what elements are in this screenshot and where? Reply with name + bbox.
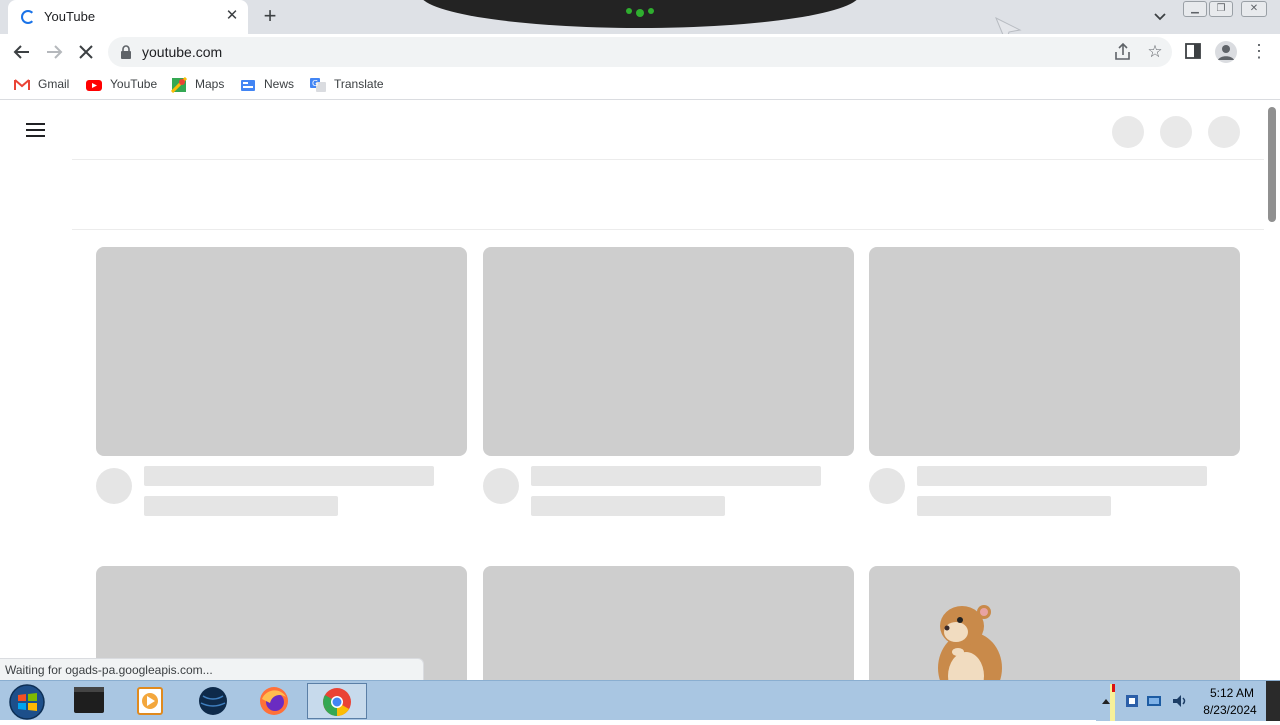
title-placeholder — [531, 466, 821, 486]
loading-spinner-icon — [21, 10, 35, 24]
lock-icon[interactable] — [120, 44, 132, 60]
meta-placeholder — [917, 496, 1111, 516]
youtube-icon — [86, 80, 102, 91]
page-scrollbar[interactable] — [1268, 107, 1276, 222]
clock-time[interactable]: 5:12 AM — [1202, 686, 1262, 700]
browser-toolbar: youtube.com ☆ ⋮ — [0, 34, 1280, 70]
status-bubble: Waiting for ogads-pa.googleapis.com... — [0, 658, 424, 680]
bookmark-label: Translate — [334, 77, 384, 91]
green-indicator-icon — [626, 8, 654, 17]
bookmark-maps[interactable]: Maps — [171, 76, 227, 94]
start-button-icon[interactable] — [6, 683, 48, 721]
meta-placeholder — [531, 496, 725, 516]
title-placeholder — [917, 466, 1207, 486]
header-placeholder-circle — [1208, 116, 1240, 148]
bookmark-label: Gmail — [38, 77, 70, 91]
forward-button[interactable] — [40, 38, 68, 66]
video-thumbnail-placeholder — [483, 247, 854, 456]
svg-text:G: G — [312, 79, 318, 88]
clock-date[interactable]: 8/23/2024 — [1197, 703, 1263, 717]
bookmark-star-icon[interactable]: ☆ — [1144, 40, 1166, 64]
header-placeholder-circle — [1160, 116, 1192, 148]
header-divider — [72, 159, 1264, 160]
video-thumbnail-placeholder — [96, 247, 467, 456]
globe-app[interactable] — [187, 683, 239, 719]
tab-title: YouTube — [44, 9, 96, 24]
gmail-icon — [14, 79, 30, 90]
chips-divider — [72, 229, 1264, 230]
title-placeholder — [144, 466, 434, 486]
tab-close-icon[interactable]: ✕ — [222, 6, 242, 26]
profile-avatar-icon[interactable] — [1215, 41, 1237, 63]
news-icon — [241, 80, 255, 91]
terminal-app[interactable] — [63, 683, 115, 719]
tab-youtube[interactable]: YouTube ✕ — [8, 0, 248, 34]
minimize-button[interactable]: ▁ — [1183, 1, 1207, 17]
tray-alert — [1112, 684, 1115, 692]
more-menu-icon[interactable]: ⋮ — [1250, 39, 1268, 63]
stop-loading-button[interactable] — [72, 38, 100, 66]
video-thumbnail-placeholder — [869, 247, 1240, 456]
channel-avatar-placeholder — [869, 468, 905, 504]
meta-placeholder — [144, 496, 338, 516]
bookmark-gmail[interactable]: Gmail — [14, 76, 74, 94]
bookmark-news[interactable]: News — [240, 76, 296, 94]
new-tab-button[interactable]: + — [258, 4, 282, 28]
share-icon[interactable] — [1112, 40, 1134, 64]
hamburger-menu-icon[interactable] — [26, 122, 46, 138]
tab-search-chevron-icon[interactable] — [1150, 6, 1170, 26]
bookmark-translate[interactable]: G Translate — [310, 76, 386, 94]
bookmark-youtube[interactable]: YouTube — [86, 76, 158, 94]
bookmark-label: News — [264, 77, 295, 91]
bookmark-label: YouTube — [110, 77, 158, 91]
url-text[interactable]: youtube.com — [142, 44, 222, 60]
maps-icon — [171, 77, 187, 93]
firefox-app[interactable] — [248, 683, 300, 719]
close-window-button[interactable]: ✕ — [1241, 1, 1267, 17]
volume-icon[interactable] — [1170, 692, 1188, 710]
media-player-app[interactable] — [123, 683, 175, 719]
chrome-app[interactable] — [307, 683, 367, 719]
show-desktop-button[interactable] — [1266, 681, 1280, 721]
side-panel-icon[interactable] — [1184, 42, 1202, 60]
network-icon[interactable] — [1146, 693, 1162, 709]
restore-button[interactable]: ❐ — [1209, 1, 1233, 17]
bookmark-label: Maps — [195, 77, 225, 91]
back-button[interactable] — [8, 38, 36, 66]
address-bar[interactable]: youtube.com ☆ — [108, 37, 1172, 67]
taskbar: 5:12 AM 8/23/2024 — [0, 680, 1280, 721]
bookmarks-bar: Gmail YouTube Maps News G Translate — [0, 70, 1280, 100]
header-placeholder-circle — [1112, 116, 1144, 148]
channel-avatar-placeholder — [96, 468, 132, 504]
tray-app-icon[interactable] — [1124, 693, 1140, 709]
channel-avatar-placeholder — [483, 468, 519, 504]
tab-strip: YouTube ✕ + ▁ ❐ ✕ — [0, 0, 1280, 44]
video-thumbnail-placeholder — [483, 566, 854, 686]
translate-icon: G — [310, 78, 326, 92]
